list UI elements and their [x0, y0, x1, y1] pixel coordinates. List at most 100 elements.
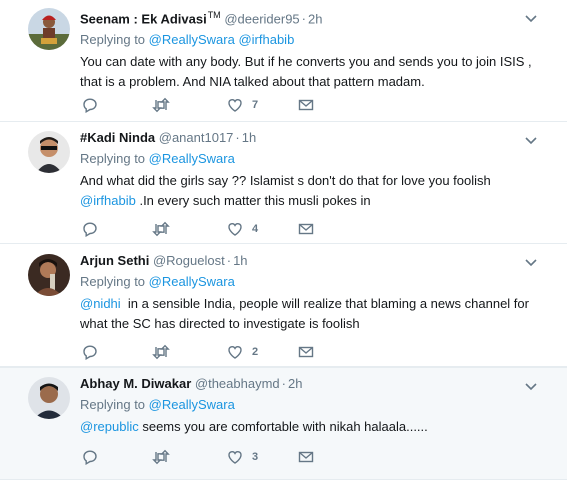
like-count: 7	[252, 99, 259, 111]
tweet[interactable]: Arjun Sethi @Roguelost · 1h Replying to @R…	[0, 244, 567, 367]
tweet-text-segment: in a sensible India, people will realize…	[120, 296, 529, 311]
heart-icon	[228, 223, 242, 236]
envelope-icon	[298, 99, 314, 111]
chevron-down-icon	[525, 383, 537, 391]
tweet[interactable]: #Kadi Ninda @anant1017 · 1h Replying to @R…	[0, 122, 567, 244]
mention-link[interactable]: @ReallySwara	[149, 151, 235, 166]
retweet-button[interactable]	[152, 95, 170, 115]
like-count: 4	[252, 223, 259, 235]
envelope-icon	[298, 223, 314, 235]
envelope-icon	[298, 451, 314, 463]
fullname[interactable]: Seenam : Ek Adivasi	[80, 11, 207, 26]
replying-to: Replying to @ReallySwara	[80, 273, 557, 291]
mention-link[interactable]: @ReallySwara	[149, 397, 235, 412]
separator-dot: ·	[235, 130, 240, 145]
direct-message-button[interactable]	[298, 95, 314, 115]
retweet-button[interactable]	[152, 219, 170, 239]
reply-button[interactable]	[82, 342, 98, 362]
reply-button[interactable]	[82, 447, 98, 467]
tweet-text: @nidhi in a sensible India, people will …	[80, 294, 557, 334]
tweet-text: And what did the girls say ?? Islamist s…	[80, 171, 557, 211]
mention-link[interactable]: @irfhabib	[80, 193, 136, 208]
heart-icon	[228, 451, 242, 464]
tweet-text-line: @republic seems you are comfortable with…	[80, 417, 557, 437]
tweet-text-line: And what did the girls say ?? Islamist s…	[80, 173, 491, 188]
tweet-text-line: You can date with any body. But if he co…	[80, 54, 532, 70]
avatar-image	[28, 8, 70, 50]
avatar[interactable]	[28, 377, 70, 419]
reply-icon	[83, 98, 97, 113]
tweet-text-segment: .In every such matter this musli pokes i…	[135, 193, 371, 208]
reply-button[interactable]	[82, 95, 98, 115]
more-options-button[interactable]	[525, 378, 537, 396]
like-button[interactable]: 2	[227, 342, 258, 362]
tweet-text-segment: seems you are comfortable with nikah hal…	[138, 419, 428, 434]
timestamp[interactable]: 2h	[288, 376, 302, 391]
timestamp[interactable]: 1h	[242, 130, 256, 145]
retweet-button[interactable]	[152, 447, 170, 467]
like-button[interactable]: 4	[227, 219, 258, 239]
replying-label: Replying to	[80, 397, 146, 412]
tweet[interactable]: Seenam : Ek AdivasiTM @deerider95 · 2h Rep…	[0, 0, 567, 122]
avatar[interactable]	[28, 254, 70, 296]
separator-dot: ·	[301, 11, 307, 27]
handle[interactable]: @Roguelost	[153, 253, 225, 268]
reply-icon	[83, 450, 97, 465]
tweet-text-line: what the SC has directed to investigate …	[80, 316, 360, 331]
tweet[interactable]: Abhay M. Diwakar @theabhaymd · 2h Replying…	[0, 367, 567, 480]
replying-to: Replying to @ReallySwara @irfhabib	[80, 31, 557, 49]
avatar-image	[28, 254, 70, 296]
mention-link[interactable]: @nidhi	[80, 296, 121, 311]
like-count: 3	[252, 451, 259, 463]
chevron-down-icon	[525, 259, 537, 267]
reply-button[interactable]	[82, 219, 98, 239]
separator-dot: ·	[226, 253, 232, 268]
tweet-text: You can date with any body. But if he co…	[80, 52, 557, 92]
mention-link[interactable]: @republic	[80, 419, 139, 434]
tweet-header: Abhay M. Diwakar @theabhaymd · 2h	[80, 375, 557, 393]
separator-dot: ·	[281, 376, 286, 391]
more-options-button[interactable]	[525, 10, 537, 28]
fullname[interactable]: Arjun Sethi	[80, 253, 149, 268]
fullname[interactable]: Abhay M. Diwakar	[80, 376, 191, 391]
mention-link[interactable]: @ReallySwara	[149, 274, 235, 289]
fullname[interactable]: #Kadi Ninda	[80, 130, 155, 145]
heart-icon	[228, 346, 242, 359]
more-options-button[interactable]	[525, 132, 537, 150]
tweet-text: @republic seems you are comfortable with…	[80, 417, 557, 437]
heart-icon	[228, 99, 242, 112]
trademark-mark: TM	[207, 10, 221, 20]
reply-icon	[83, 345, 97, 360]
avatar-image	[28, 377, 70, 419]
direct-message-button[interactable]	[298, 447, 314, 467]
more-options-button[interactable]	[525, 254, 537, 272]
retweet-button[interactable]	[152, 342, 170, 362]
retweet-icon	[152, 449, 170, 465]
tweet-text-line: that is a problem. And NIA talked about …	[80, 74, 425, 90]
like-count: 2	[252, 346, 259, 358]
direct-message-button[interactable]	[298, 342, 314, 362]
like-button[interactable]: 7	[227, 95, 258, 115]
chevron-down-icon	[525, 137, 537, 145]
handle[interactable]: @anant1017	[159, 130, 234, 145]
replying-to: Replying to @ReallySwara	[80, 150, 557, 168]
tweet-text-line: @irfhabib .In every such matter this mus…	[80, 191, 557, 211]
mention-link[interactable]: @ReallySwara	[149, 32, 235, 47]
handle[interactable]: @deerider95	[224, 11, 299, 26]
chevron-down-icon	[525, 15, 537, 23]
direct-message-button[interactable]	[298, 219, 314, 239]
tweet-header: #Kadi Ninda @anant1017 · 1h	[80, 129, 557, 147]
tweet-text-line: @nidhi in a sensible India, people will …	[80, 294, 557, 314]
envelope-icon	[298, 346, 314, 358]
handle[interactable]: @theabhaymd	[195, 376, 280, 391]
replying-label: Replying to	[80, 274, 146, 289]
avatar[interactable]	[28, 131, 70, 173]
avatar[interactable]	[28, 8, 70, 50]
replying-label: Replying to	[80, 151, 146, 166]
timestamp[interactable]: 1h	[233, 253, 247, 268]
timestamp[interactable]: 2h	[308, 11, 322, 26]
mention-link[interactable]: @irfhabib	[238, 32, 294, 47]
like-button[interactable]: 3	[227, 447, 258, 467]
retweet-icon	[152, 221, 170, 237]
tweet-header: Arjun Sethi @Roguelost · 1h	[80, 252, 557, 270]
